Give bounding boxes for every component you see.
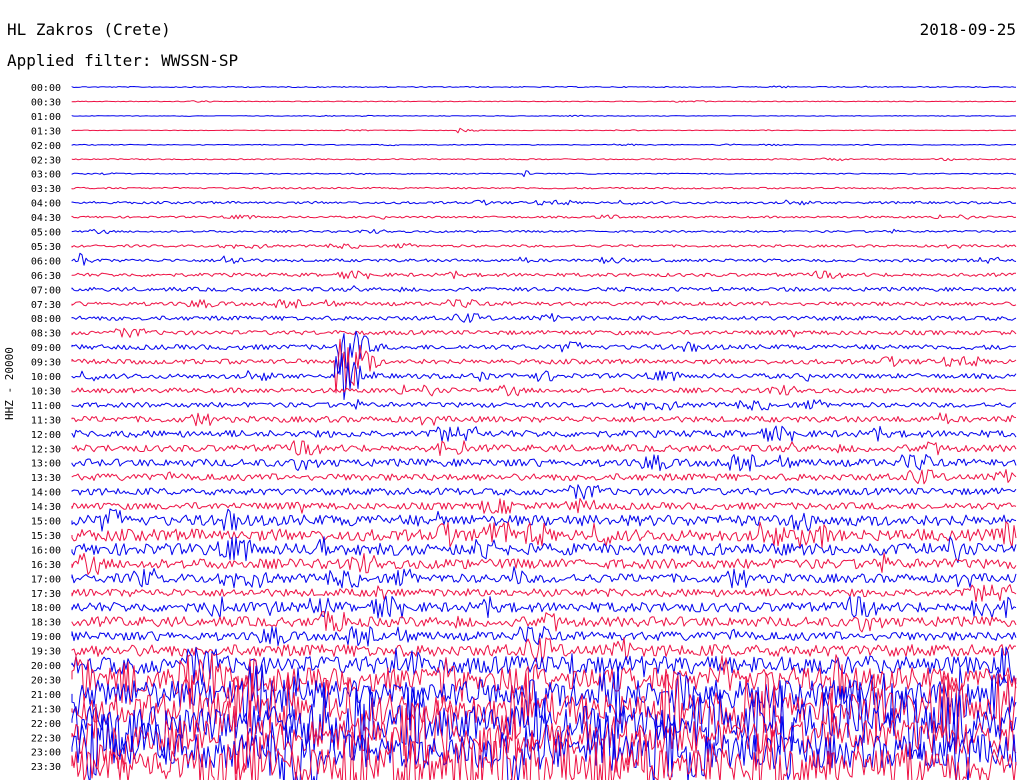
row-label-0800: 08:00 [31,314,61,325]
date-label: 2018-09-25 [919,20,1016,39]
trace-0830 [71,327,1017,338]
trace-0430 [71,214,1017,220]
row-label-0000: 00:00 [31,83,61,94]
row-label-1430: 14:30 [31,502,61,513]
row-label-2230: 22:30 [31,733,61,744]
row-label-0730: 07:30 [31,300,61,311]
row-label-1030: 10:30 [31,386,61,397]
station-title: HL Zakros (Crete) [7,20,171,39]
row-label-1930: 19:30 [31,647,61,658]
trace-0330 [71,186,1017,190]
row-label-1300: 13:00 [31,459,61,470]
row-label-0700: 07:00 [31,285,61,296]
channel-label: HHZ - 20000 [3,347,16,420]
row-label-0200: 02:00 [31,141,61,152]
trace-0600 [71,252,1017,266]
row-label-0900: 09:00 [31,343,61,354]
row-label-2130: 21:30 [31,704,61,715]
row-label-1130: 11:30 [31,415,61,426]
trace-1330 [71,469,1017,485]
row-label-2330: 23:30 [31,762,61,773]
trace-1600 [71,536,1017,563]
row-label-1230: 12:30 [31,444,61,455]
row-label-0400: 04:00 [31,199,61,210]
row-label-1330: 13:30 [31,473,61,484]
row-label-2030: 20:30 [31,675,61,686]
trace-0630 [71,270,1017,280]
row-label-1600: 16:00 [31,545,61,556]
row-label-1730: 17:30 [31,589,61,600]
row-label-1900: 19:00 [31,632,61,643]
row-label-0430: 04:30 [31,213,61,224]
trace-1800 [71,595,1017,619]
trace-0800 [71,313,1017,323]
trace-0130 [71,127,1017,134]
row-label-0300: 03:00 [31,170,61,181]
trace-0500 [71,228,1017,235]
trace-1930 [71,637,1017,663]
trace-1700 [71,566,1017,589]
helicorder-plot: 00:00 00:30 01:00 01:30 02:00 02:30 03:00 03:30… [0,0,1024,780]
row-label-2100: 21:00 [31,690,61,701]
trace-0930 [71,338,1017,394]
trace-0230 [71,157,1017,162]
trace-0100 [71,114,1017,117]
trace-0300 [71,170,1017,178]
row-label-0130: 01:30 [31,126,61,137]
row-label-1800: 18:00 [31,603,61,614]
trace-1630 [71,552,1017,575]
row-label-1500: 15:00 [31,517,61,528]
row-label-1530: 15:30 [31,531,61,542]
trace-0530 [71,243,1017,249]
trace-1100 [71,399,1017,411]
row-label-1830: 18:30 [31,618,61,629]
row-label-0930: 09:30 [31,358,61,369]
row-label-1400: 14:00 [31,488,61,499]
trace-0700 [71,285,1017,293]
time-row-labels: 00:00 00:30 01:00 01:30 02:00 02:30 03:00 03:30… [31,83,61,773]
seismogram-chart: 00:00 00:30 01:00 01:30 02:00 02:30 03:00 03:30… [31,83,1017,780]
trace-1200 [71,425,1017,442]
row-label-0600: 06:00 [31,256,61,267]
row-label-0230: 02:30 [31,155,61,166]
trace-1130 [71,412,1017,427]
seismogram-traces [71,85,1017,780]
row-label-0330: 03:30 [31,184,61,195]
trace-0400 [71,199,1017,206]
trace-1230 [71,440,1017,456]
trace-0000 [71,85,1017,89]
row-label-1200: 12:00 [31,430,61,441]
row-label-0530: 05:30 [31,242,61,253]
row-label-1100: 11:00 [31,401,61,412]
trace-1900 [71,625,1017,647]
row-label-0630: 06:30 [31,271,61,282]
row-label-0500: 05:00 [31,228,61,239]
row-label-2000: 20:00 [31,661,61,672]
row-label-1000: 10:00 [31,372,61,383]
row-label-0100: 01:00 [31,112,61,123]
row-label-0030: 00:30 [31,97,61,108]
trace-1300 [71,454,1017,472]
trace-0900 [71,330,1017,375]
trace-0730 [71,299,1017,309]
row-label-2300: 23:00 [31,748,61,759]
trace-1400 [71,484,1017,500]
row-label-1700: 17:00 [31,574,61,585]
trace-0030 [71,100,1017,103]
row-label-0830: 08:30 [31,329,61,340]
filter-label: Applied filter: WWSSN-SP [7,51,239,70]
row-label-1630: 16:30 [31,560,61,571]
trace-1730 [71,584,1017,602]
trace-1030 [71,384,1017,397]
trace-0200 [71,143,1017,147]
row-label-2200: 22:00 [31,719,61,730]
trace-1430 [71,498,1017,515]
